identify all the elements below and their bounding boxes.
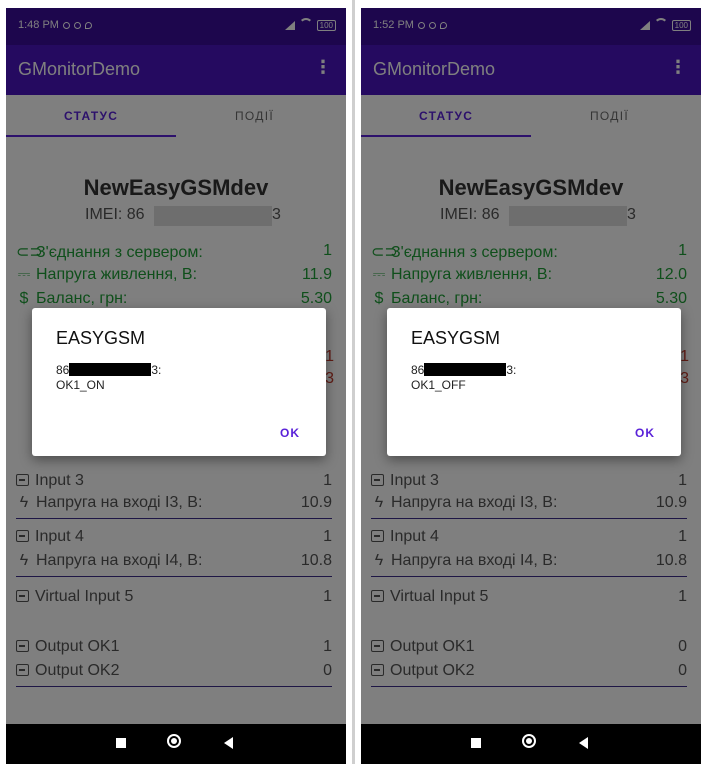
phone-screen-right: 1:52 PM 100 GMonitorDemo ⋮ СТАТУС ПОДІЇ … (361, 8, 701, 764)
dialog-title: EASYGSM (56, 328, 146, 348)
dialog-message-line-2: OK1_OFF (411, 378, 466, 392)
dialog-message-line-2: OK1_ON (56, 378, 105, 392)
dialog-message-line-1: 86 3: (411, 363, 517, 377)
alert-dialog: EASYGSM 86 3: OK1_OFF OK (387, 308, 681, 456)
imei-redaction (424, 363, 507, 376)
imei-redaction (69, 363, 152, 376)
dialog-ok-button[interactable]: OK (280, 426, 300, 440)
recents-icon[interactable] (471, 738, 481, 748)
dialog-message-line-1: 86 3: (56, 363, 162, 377)
back-icon[interactable] (224, 737, 233, 749)
home-icon[interactable] (167, 734, 181, 748)
phone-screen-left: 1:48 PM 100 GMonitorDemo ⋮ СТАТУС ПОДІЇ … (6, 8, 346, 764)
nav-bar (361, 724, 701, 764)
nav-bar (6, 724, 346, 764)
home-icon[interactable] (522, 734, 536, 748)
dialog-ok-button[interactable]: OK (635, 426, 655, 440)
back-icon[interactable] (579, 737, 588, 749)
dialog-title: EASYGSM (411, 328, 501, 348)
screenshot-divider (352, 0, 355, 764)
alert-dialog: EASYGSM 86 3: OK1_ON OK (32, 308, 326, 456)
recents-icon[interactable] (116, 738, 126, 748)
